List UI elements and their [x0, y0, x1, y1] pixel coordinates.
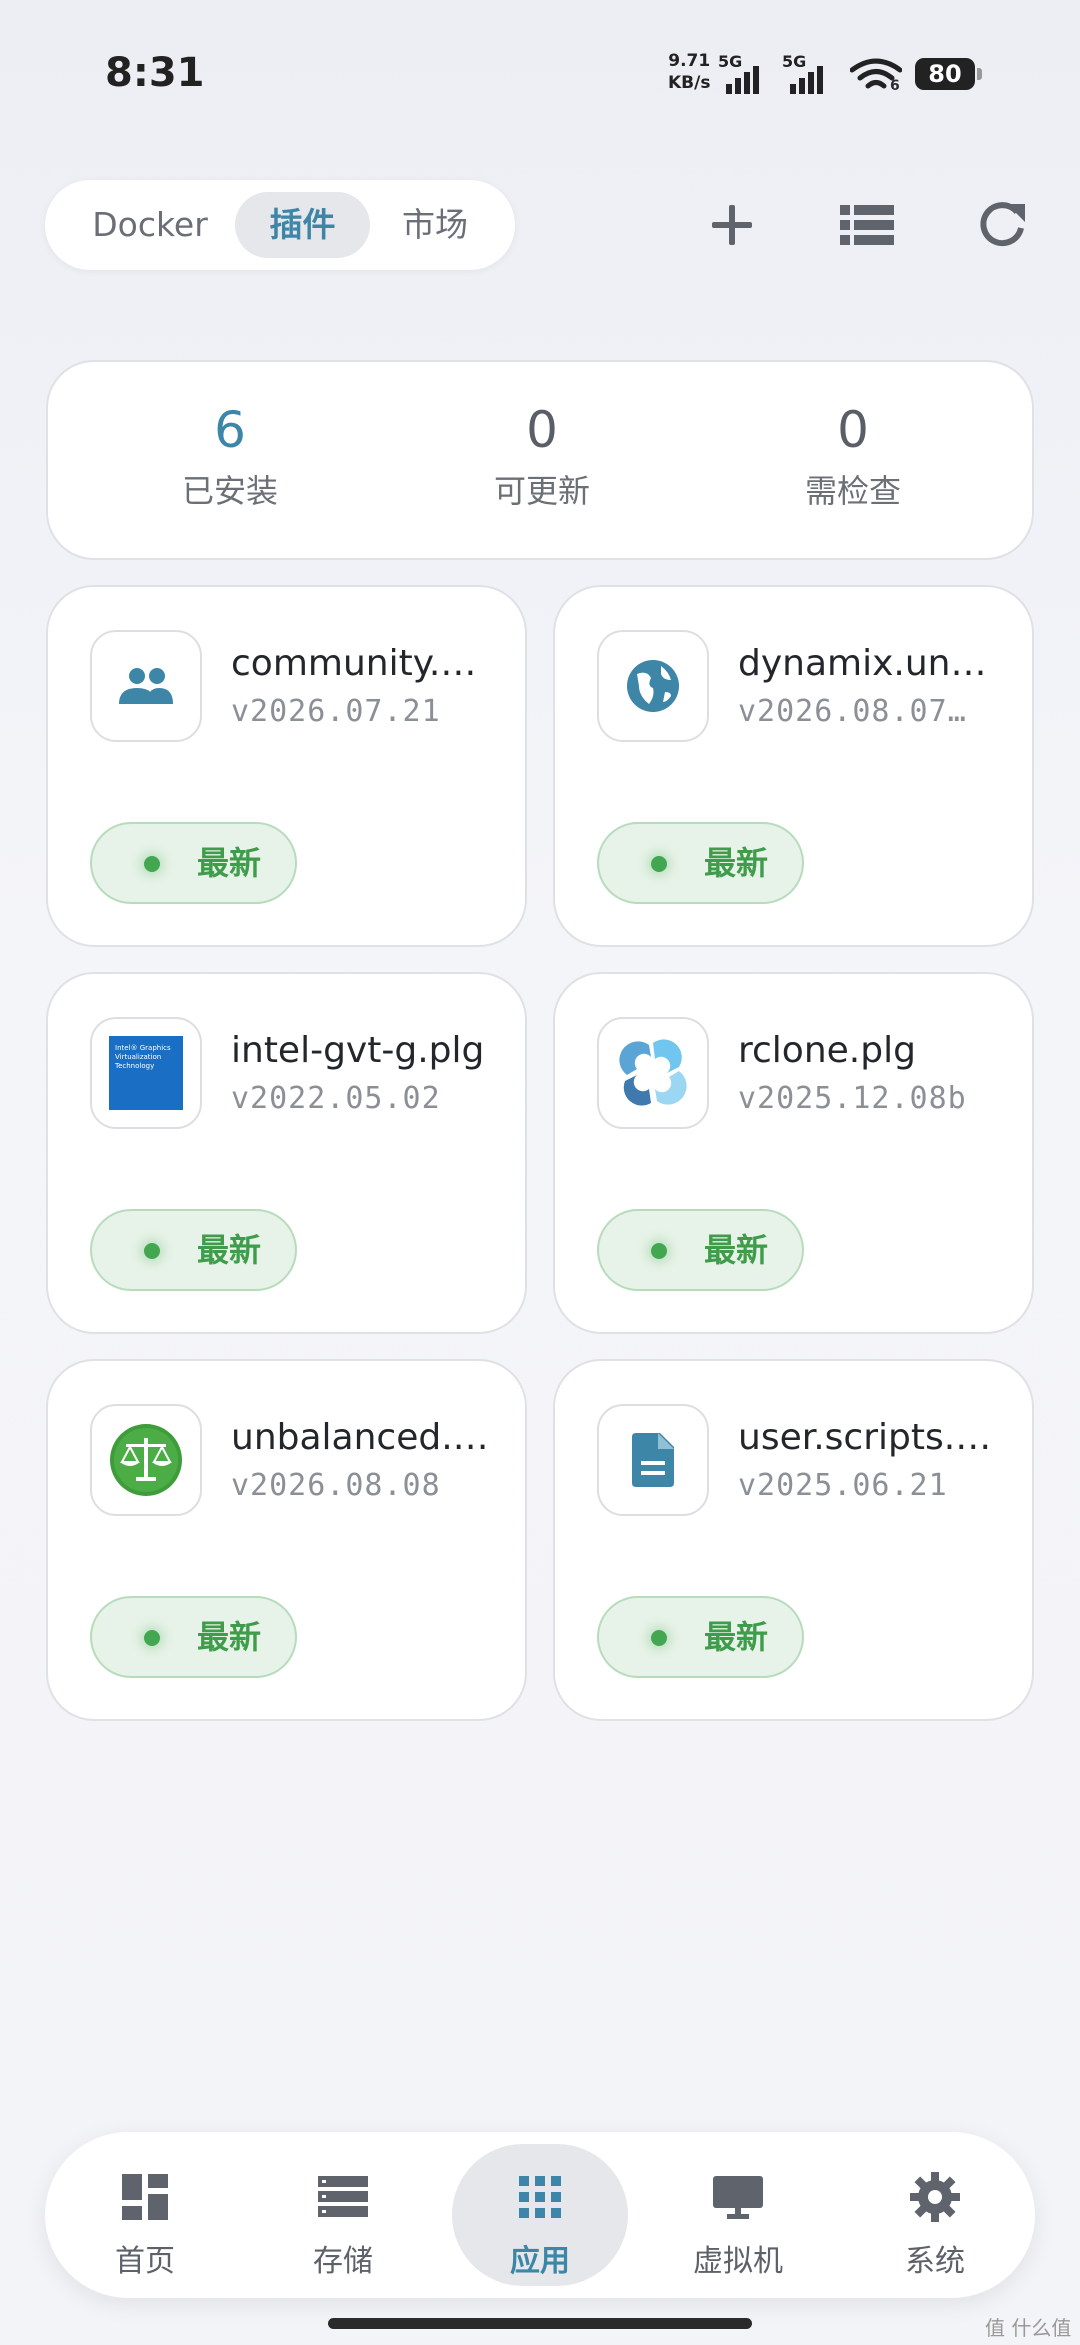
- plugin-card[interactable]: Intel® Graphics Virtualization Technolog…: [46, 972, 527, 1334]
- status-bar: 8:31 9.71 KB/s 5G 5G 6 80: [0, 0, 1080, 150]
- plugin-card[interactable]: dynamix.unraid.net.plg v2026.08.07.1 最新: [553, 585, 1034, 947]
- status-dot: [144, 1243, 160, 1259]
- plugin-icon-frame: [90, 1404, 202, 1516]
- plugin-name: dynamix.unraid.net.plg: [738, 643, 998, 684]
- status-badge: 最新: [90, 1596, 297, 1678]
- refresh-icon: [980, 202, 1025, 247]
- plugin-icon-frame: [597, 630, 709, 742]
- document-icon: [632, 1433, 674, 1487]
- dashboard-icon: [122, 2174, 168, 2220]
- apps-icon: [519, 2176, 561, 2218]
- status-dot: [651, 1243, 667, 1259]
- plugin-name: rclone.plg: [738, 1030, 916, 1071]
- nav-vms[interactable]: 虚拟机: [650, 2144, 826, 2286]
- list-icon: [840, 205, 894, 245]
- view-switcher: Docker 插件 市场: [45, 180, 515, 270]
- intel-logo-icon: Intel® Graphics Virtualization Technolog…: [109, 1036, 183, 1110]
- home-indicator[interactable]: [328, 2318, 752, 2329]
- status-dot: [651, 1630, 667, 1646]
- status-badge: 最新: [597, 1209, 804, 1291]
- status-dot: [144, 856, 160, 872]
- gear-icon: [910, 2172, 960, 2222]
- nav-system[interactable]: 系统: [847, 2144, 1023, 2286]
- nav-home[interactable]: 首页: [57, 2144, 233, 2286]
- plugin-icon-frame: [597, 1404, 709, 1516]
- plugin-version: v2025.12.08b: [738, 1081, 967, 1116]
- status-badge: 最新: [90, 1209, 297, 1291]
- plugin-name: unbalanced.plg: [231, 1417, 491, 1458]
- plugin-name: community.applications.plg: [231, 643, 491, 684]
- rclone-icon: [619, 1039, 687, 1106]
- tab-market[interactable]: 市场: [375, 192, 495, 258]
- plugin-version: v2022.05.02: [231, 1081, 441, 1116]
- globe-icon: [627, 660, 679, 712]
- plugin-icon-frame: [90, 630, 202, 742]
- status-dot: [651, 856, 667, 872]
- status-badge: 最新: [597, 822, 804, 904]
- plugin-name: intel-gvt-g.plg: [231, 1030, 485, 1071]
- scales-icon: [110, 1424, 182, 1496]
- refresh-button[interactable]: [967, 190, 1037, 260]
- status-badge: 最新: [597, 1596, 804, 1678]
- add-icon: [712, 205, 752, 245]
- plugin-version: v2026.08.08: [231, 1468, 441, 1503]
- network-speed: 9.71 KB/s: [668, 51, 711, 93]
- plugin-icon-frame: Intel® Graphics Virtualization Technolog…: [90, 1017, 202, 1129]
- tab-docker[interactable]: Docker: [75, 192, 225, 258]
- status-badge: 最新: [90, 822, 297, 904]
- plugin-card[interactable]: user.scripts.plg v2025.06.21 最新: [553, 1359, 1034, 1721]
- plugin-card[interactable]: unbalanced.plg v2026.08.08 最新: [46, 1359, 527, 1721]
- plugin-version: v2025.06.21: [738, 1468, 948, 1503]
- stat-needs-check[interactable]: 0 需检查: [753, 400, 953, 512]
- wifi-icon: 6: [849, 58, 903, 94]
- plugin-icon-frame: [597, 1017, 709, 1129]
- status-dot: [144, 1630, 160, 1646]
- monitor-icon: [713, 2176, 763, 2219]
- plugin-version: v2026.07.21: [231, 694, 441, 729]
- storage-icon: [318, 2176, 368, 2217]
- plugin-card[interactable]: community.applications.plg v2026.07.21 最…: [46, 585, 527, 947]
- battery-indicator: 80: [915, 58, 982, 90]
- bottom-nav: 首页 存储 应用 虚拟机 系统: [45, 2132, 1035, 2298]
- stat-updatable[interactable]: 0 可更新: [442, 400, 642, 512]
- list-view-button[interactable]: [832, 190, 902, 260]
- add-button[interactable]: [697, 190, 767, 260]
- nav-storage[interactable]: 存储: [255, 2144, 431, 2286]
- stat-installed[interactable]: 6 已安装: [130, 400, 330, 512]
- status-time: 8:31: [105, 50, 205, 96]
- people-icon: [119, 668, 173, 704]
- plugin-name: user.scripts.plg: [738, 1417, 998, 1458]
- plugin-card[interactable]: rclone.plg v2025.12.08b 最新: [553, 972, 1034, 1334]
- stats-panel: 6 已安装 0 可更新 0 需检查: [46, 360, 1034, 560]
- plugin-version: v2026.08.07.1: [738, 694, 983, 729]
- nav-apps[interactable]: 应用: [452, 2144, 628, 2286]
- tab-plugins[interactable]: 插件: [235, 192, 370, 258]
- watermark: 值 什么值得买: [985, 2316, 1072, 2340]
